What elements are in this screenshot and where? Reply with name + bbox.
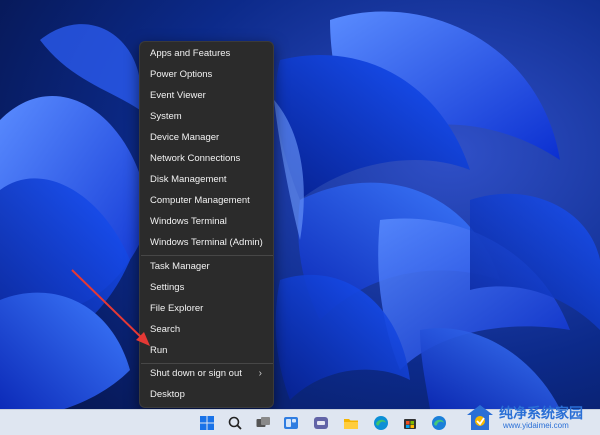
menu-item-windows-terminal-admin[interactable]: Windows Terminal (Admin) <box>144 233 270 253</box>
menu-item-label: Shut down or sign out <box>150 368 242 379</box>
search-icon[interactable] <box>226 414 244 432</box>
widgets-icon[interactable] <box>282 414 300 432</box>
menu-item-system[interactable]: System <box>144 107 270 127</box>
site-watermark: 纯净系统家园 www.yidaimei.com <box>463 400 600 435</box>
menu-item-network-connections[interactable]: Network Connections <box>144 149 270 169</box>
file-explorer-icon[interactable] <box>342 414 360 432</box>
teams-chat-icon[interactable] <box>312 414 330 432</box>
watermark-logo-icon <box>467 405 493 430</box>
menu-item-shut-down-or-sign-out[interactable]: Shut down or sign out › <box>144 364 270 384</box>
menu-item-event-viewer[interactable]: Event Viewer <box>144 86 270 106</box>
windows-start-icon[interactable] <box>198 414 216 432</box>
menu-separator <box>141 255 273 256</box>
start-context-menu: Apps and Features Power Options Event Vi… <box>139 41 274 408</box>
menu-item-power-options[interactable]: Power Options <box>144 65 270 85</box>
menu-item-search[interactable]: Search <box>144 320 270 340</box>
watermark-url: www.yidaimei.com <box>503 421 569 430</box>
menu-item-desktop[interactable]: Desktop <box>144 385 270 405</box>
microsoft-store-icon[interactable] <box>401 414 419 432</box>
chevron-right-icon: › <box>258 368 262 379</box>
edge-browser-icon[interactable] <box>430 414 448 432</box>
menu-item-task-manager[interactable]: Task Manager <box>144 257 270 277</box>
edge-icon[interactable] <box>372 414 390 432</box>
menu-item-windows-terminal[interactable]: Windows Terminal <box>144 212 270 232</box>
desktop-wallpaper[interactable] <box>0 0 600 435</box>
menu-item-disk-management[interactable]: Disk Management <box>144 170 270 190</box>
menu-item-settings[interactable]: Settings <box>144 278 270 298</box>
task-view-icon[interactable] <box>254 414 272 432</box>
menu-item-computer-management[interactable]: Computer Management <box>144 191 270 211</box>
menu-item-run[interactable]: Run <box>144 341 270 361</box>
menu-item-device-manager[interactable]: Device Manager <box>144 128 270 148</box>
watermark-title: 纯净系统家园 <box>499 406 583 422</box>
menu-item-file-explorer[interactable]: File Explorer <box>144 299 270 319</box>
menu-item-apps-and-features[interactable]: Apps and Features <box>144 44 270 64</box>
